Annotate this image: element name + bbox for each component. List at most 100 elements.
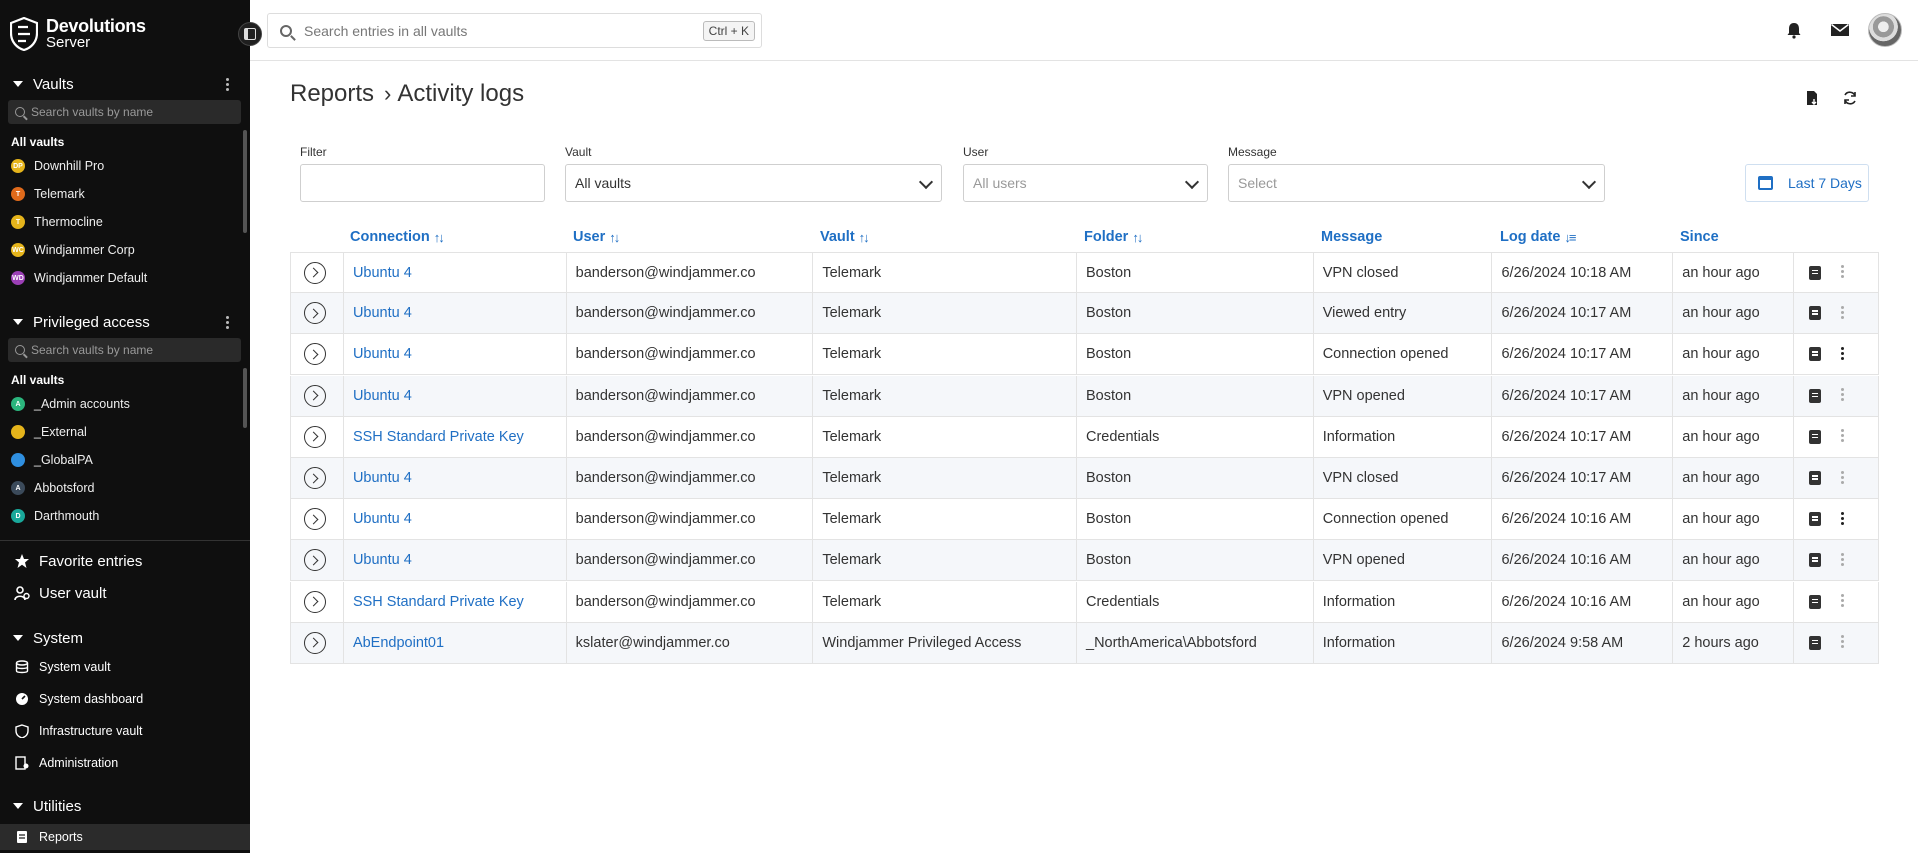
cell-connection[interactable]: SSH Standard Private Key [344, 416, 567, 457]
cell-connection[interactable]: Ubuntu 4 [344, 293, 567, 334]
table-row[interactable]: Ubuntu 4 banderson@windjammer.co Telemark B… [290, 458, 1879, 499]
mail-icon[interactable] [1829, 19, 1851, 41]
cell-connection[interactable]: Ubuntu 4 [344, 499, 567, 540]
details-icon[interactable] [1809, 347, 1822, 362]
details-icon[interactable] [1809, 553, 1822, 568]
system-vault-link[interactable]: System vault [14, 656, 111, 678]
table-row[interactable]: Ubuntu 4 banderson@windjammer.co Telemark B… [290, 540, 1879, 582]
details-icon[interactable] [1809, 471, 1822, 485]
privileged-more-icon[interactable] [226, 316, 230, 331]
cell-connection[interactable]: AbEndpoint01 [344, 622, 567, 663]
more-options-icon[interactable] [1841, 511, 1845, 527]
privileged-section-header[interactable]: Privileged access [0, 310, 250, 334]
table-row[interactable]: Ubuntu 4 banderson@windjammer.co Telemark B… [290, 334, 1879, 376]
expand-row-icon[interactable] [304, 425, 326, 448]
vault-item[interactable]: WD Windjammer Default [11, 268, 147, 288]
vault-item[interactable]: DP Downhill Pro [11, 156, 104, 176]
details-icon[interactable] [1809, 306, 1822, 321]
privileged-vault-item[interactable]: _GlobalPA [11, 450, 93, 470]
col-connection[interactable]: Connection ↑↓ [350, 226, 445, 248]
privileged-all-label[interactable]: All vaults [11, 373, 64, 387]
privileged-vault-item[interactable]: A _Admin accounts [11, 394, 130, 414]
col-since[interactable]: Since [1680, 226, 1719, 248]
more-options-icon[interactable] [1841, 265, 1845, 280]
expand-row-icon[interactable] [304, 384, 326, 407]
more-options-icon[interactable] [1841, 305, 1845, 321]
table-row[interactable]: Ubuntu 4 banderson@windjammer.co Telemark B… [290, 499, 1879, 541]
expand-row-icon[interactable] [304, 508, 326, 531]
cell-connection[interactable]: Ubuntu 4 [344, 540, 567, 581]
more-options-icon[interactable] [1841, 552, 1845, 568]
cell-connection[interactable]: Ubuntu 4 [344, 458, 567, 498]
privileged-search-input[interactable]: Search vaults by name [8, 338, 241, 362]
expand-row-icon[interactable] [304, 343, 326, 366]
expand-row-icon[interactable] [304, 549, 326, 572]
privileged-vault-item[interactable]: _External [11, 422, 87, 442]
table-row[interactable]: SSH Standard Private Key banderson@windja… [290, 581, 1879, 623]
more-options-icon[interactable] [1841, 429, 1845, 444]
expand-row-icon[interactable] [304, 631, 326, 654]
vaults-scrollbar[interactable] [243, 130, 247, 233]
cell-connection[interactable]: Ubuntu 4 [344, 375, 567, 416]
details-icon[interactable] [1809, 512, 1822, 527]
details-icon[interactable] [1809, 635, 1822, 650]
table-row[interactable]: Ubuntu 4 banderson@windjammer.co Telemark B… [290, 375, 1879, 417]
filter-input[interactable] [300, 164, 545, 202]
system-dashboard-link[interactable]: System dashboard [14, 688, 143, 710]
vaults-section-header[interactable]: Vaults [0, 72, 250, 96]
vault-select[interactable]: All vaults [565, 164, 942, 202]
vault-item[interactable]: T Telemark [11, 184, 85, 204]
user-avatar[interactable] [1868, 13, 1902, 47]
bell-icon[interactable] [1783, 19, 1805, 41]
privileged-vault-item[interactable]: A Abbotsford [11, 478, 94, 498]
table-row[interactable]: AbEndpoint01 kslater@windjammer.co Windjam… [290, 622, 1879, 664]
vaults-all-label[interactable]: All vaults [11, 135, 64, 149]
vaults-more-icon[interactable] [226, 78, 230, 93]
privileged-scrollbar[interactable] [243, 368, 247, 428]
expand-row-icon[interactable] [304, 590, 326, 613]
infrastructure-vault-link[interactable]: Infrastructure vault [14, 720, 143, 742]
more-options-icon[interactable] [1841, 635, 1845, 650]
utilities-section-header[interactable]: Utilities [0, 794, 250, 818]
col-folder[interactable]: Folder ↑↓ [1084, 226, 1143, 248]
expand-row-icon[interactable] [304, 302, 326, 325]
privileged-vault-item[interactable]: D Darthmouth [11, 506, 99, 526]
sidebar-collapse-icon[interactable] [238, 22, 262, 46]
col-user[interactable]: User ↑↓ [573, 226, 620, 248]
vault-item[interactable]: WC Windjammer Corp [11, 240, 135, 260]
vault-item[interactable]: T Thermocline [11, 212, 103, 232]
vaults-search-input[interactable]: Search vaults by name [8, 100, 241, 124]
more-options-icon[interactable] [1841, 388, 1845, 403]
col-log-date[interactable]: Log date ↓≡ [1500, 226, 1577, 248]
more-options-icon[interactable] [1841, 594, 1845, 609]
date-range-button[interactable]: Last 7 Days [1745, 164, 1869, 202]
favorite-entries-link[interactable]: Favorite entries [14, 550, 142, 572]
col-message[interactable]: Message [1321, 226, 1382, 248]
system-section-header[interactable]: System [0, 626, 250, 650]
cell-connection[interactable]: SSH Standard Private Key [344, 581, 567, 622]
details-icon[interactable] [1809, 265, 1822, 280]
table-row[interactable]: Ubuntu 4 banderson@windjammer.co Telemark B… [290, 252, 1879, 293]
refresh-icon[interactable] [1840, 88, 1860, 108]
expand-row-icon[interactable] [304, 261, 326, 284]
expand-row-icon[interactable] [304, 467, 326, 489]
more-options-icon[interactable] [1841, 470, 1845, 486]
cell-connection[interactable]: Ubuntu 4 [344, 253, 567, 292]
details-icon[interactable] [1809, 429, 1822, 444]
col-vault[interactable]: Vault ↑↓ [820, 226, 870, 248]
reports-link[interactable]: Reports [14, 826, 83, 848]
details-icon[interactable] [1809, 594, 1822, 609]
export-report-icon[interactable] [1802, 88, 1822, 108]
details-icon[interactable] [1809, 388, 1822, 403]
user-vault-link[interactable]: User vault [14, 582, 107, 604]
more-options-icon[interactable] [1841, 346, 1845, 362]
administration-link[interactable]: Administration [14, 752, 118, 774]
message-select[interactable]: Select [1228, 164, 1605, 202]
cell-connection[interactable]: Ubuntu 4 [344, 334, 567, 375]
table-row[interactable]: SSH Standard Private Key banderson@windja… [290, 416, 1879, 458]
user-select[interactable]: All users [963, 164, 1208, 202]
breadcrumb-reports[interactable]: Reports [290, 80, 374, 108]
table-row[interactable]: Ubuntu 4 banderson@windjammer.co Telemark B… [290, 293, 1879, 335]
devolutions-logo[interactable]: Devolutions Server [10, 17, 146, 51]
global-search-input[interactable]: Search entries in all vaults Ctrl + K [267, 13, 762, 48]
